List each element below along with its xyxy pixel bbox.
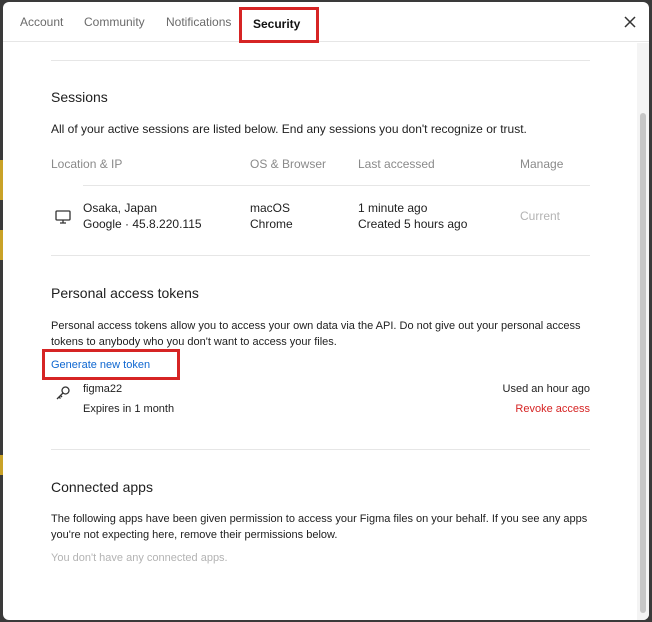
column-manage: Manage (520, 157, 564, 171)
divider (83, 185, 590, 186)
close-icon (624, 16, 636, 28)
session-last-accessed: 1 minute ago (358, 201, 428, 215)
connected-apps-description: The following apps have been given permi… (51, 513, 588, 541)
sessions-title: Sessions (51, 89, 108, 105)
tokens-description: Personal access tokens allow you to acce… (51, 320, 581, 348)
session-os: macOS (250, 201, 291, 215)
session-created: Created 5 hours ago (358, 217, 468, 231)
tokens-title: Personal access tokens (51, 285, 199, 301)
column-os: OS & Browser (250, 157, 327, 171)
tab-bar: Account Community Notifications Security (3, 2, 649, 43)
token-used: Used an hour ago (502, 383, 590, 395)
connected-apps-title: Connected apps (51, 479, 153, 495)
scrollbar-thumb[interactable] (640, 113, 646, 613)
session-ip: Google · 45.8.220.115 (83, 217, 202, 231)
token-name: figma22 (83, 383, 123, 395)
divider (51, 60, 590, 61)
monitor-icon (55, 210, 71, 224)
tab-account[interactable]: Account (20, 2, 63, 42)
tab-security[interactable]: Security (239, 7, 319, 43)
key-icon (56, 386, 70, 400)
revoke-access-link[interactable]: Revoke access (443, 401, 590, 417)
session-browser: Chrome (250, 217, 293, 231)
scrollbar[interactable] (637, 43, 649, 620)
token-expires: Expires in 1 month (83, 403, 175, 415)
divider (51, 449, 590, 450)
session-manage-status: Current (520, 209, 561, 223)
settings-content: Sessions All of your active sessions are… (3, 43, 649, 620)
settings-modal: Account Community Notifications Security… (3, 2, 649, 620)
column-location: Location & IP (51, 157, 123, 171)
session-location: Osaka, Japan (83, 201, 158, 215)
tab-community[interactable]: Community (84, 2, 145, 42)
connected-apps-empty: You don't have any connected apps. (51, 552, 228, 564)
generate-token-link[interactable]: Generate new token (51, 357, 150, 373)
tab-notifications[interactable]: Notifications (166, 2, 231, 42)
column-last-accessed: Last accessed (358, 157, 435, 171)
close-button[interactable] (619, 11, 641, 33)
sessions-description: All of your active sessions are listed b… (51, 122, 527, 136)
divider (51, 255, 590, 256)
